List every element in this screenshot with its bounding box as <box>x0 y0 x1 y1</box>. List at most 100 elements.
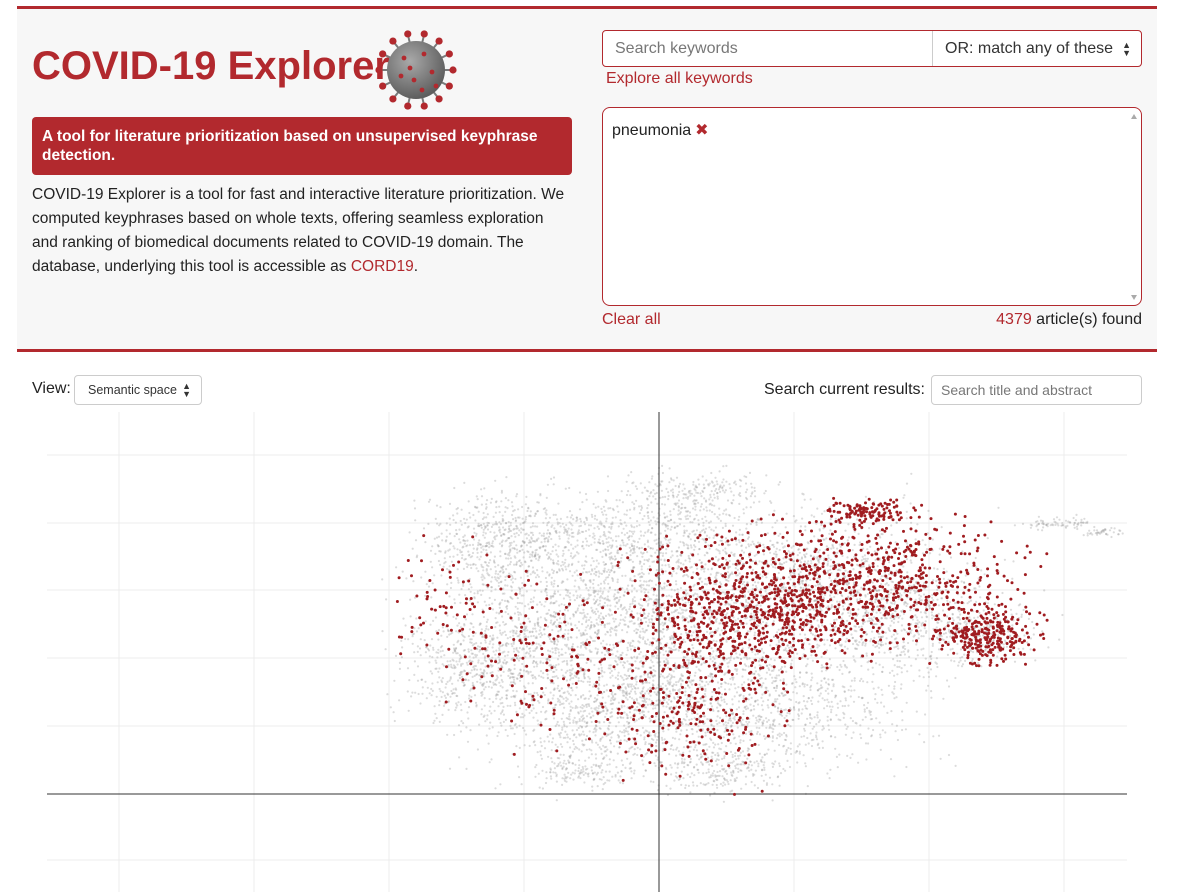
article-point <box>706 630 709 633</box>
article-point <box>543 537 546 541</box>
article-point <box>708 680 711 684</box>
article-point <box>680 665 683 668</box>
article-point <box>594 612 597 616</box>
article-point <box>690 683 694 686</box>
article-point <box>631 584 634 587</box>
select-caret-icon: ▲ ▼ <box>182 381 191 399</box>
article-point <box>467 650 470 653</box>
article-point <box>662 653 665 656</box>
article-point <box>681 611 684 614</box>
article-point <box>470 566 473 570</box>
search-results-input[interactable] <box>931 375 1142 405</box>
article-point <box>703 582 707 586</box>
article-point <box>623 521 626 524</box>
article-point <box>747 590 750 593</box>
article-point <box>592 578 595 582</box>
article-point <box>574 624 577 627</box>
article-point <box>459 541 462 544</box>
article-point <box>690 634 693 637</box>
article-point <box>631 697 634 700</box>
remove-tag-icon[interactable]: ✖ <box>695 122 708 139</box>
article-point <box>686 592 689 595</box>
cord19-link[interactable]: CORD19 <box>351 258 414 275</box>
tags-scrollbar[interactable] <box>1129 112 1139 302</box>
article-point <box>622 594 625 597</box>
article-point <box>642 534 646 537</box>
article-point <box>636 541 640 544</box>
article-point <box>475 534 478 537</box>
article-point <box>949 556 953 559</box>
article-point <box>602 561 605 564</box>
article-point <box>597 667 600 670</box>
article-point <box>918 594 921 597</box>
article-point <box>506 604 509 608</box>
clear-all-link[interactable]: Clear all <box>602 311 661 329</box>
article-point <box>647 584 651 587</box>
article-point <box>517 508 520 511</box>
article-point <box>862 615 865 618</box>
article-point <box>435 504 439 507</box>
article-point <box>427 585 431 588</box>
article-point <box>825 545 828 548</box>
article-point <box>530 674 533 677</box>
article-point <box>646 551 649 554</box>
article-point <box>722 512 725 515</box>
article-point <box>660 637 663 640</box>
article-point <box>682 542 686 545</box>
article-point <box>743 681 746 684</box>
article-point <box>776 519 779 522</box>
article-point <box>679 677 682 680</box>
article-point <box>670 635 673 638</box>
article-point <box>504 575 507 578</box>
article-point <box>758 674 761 677</box>
article-point <box>976 616 980 619</box>
article-point <box>673 521 676 524</box>
article-point <box>699 649 702 652</box>
article-point <box>615 629 618 632</box>
article-point <box>764 677 767 680</box>
article-point <box>753 614 756 617</box>
article-point <box>444 551 447 554</box>
article-point <box>441 626 444 629</box>
article-point <box>585 498 588 501</box>
article-point <box>680 507 683 510</box>
article-point <box>558 568 561 571</box>
article-point <box>531 682 534 685</box>
article-point <box>715 654 718 657</box>
article-point <box>922 676 925 679</box>
article-point <box>782 546 785 549</box>
article-point <box>604 563 607 566</box>
article-point <box>448 595 451 598</box>
match-mode-select[interactable]: OR: match any of these ▲ ▼ <box>932 31 1141 66</box>
article-point <box>906 571 909 574</box>
article-point <box>539 661 542 664</box>
article-point <box>616 581 619 584</box>
article-point <box>603 626 606 629</box>
article-point <box>473 538 476 541</box>
keyword-search-input[interactable] <box>603 31 932 66</box>
article-point <box>665 552 668 555</box>
article-point <box>515 562 518 566</box>
article-point <box>582 579 585 582</box>
view-select[interactable]: Semantic space ▲ ▼ <box>74 375 202 405</box>
article-point <box>828 666 831 669</box>
article-point <box>589 580 592 584</box>
article-point <box>708 526 711 529</box>
article-point <box>572 594 575 597</box>
article-point <box>903 664 906 667</box>
article-point <box>586 638 589 641</box>
article-point <box>892 658 895 661</box>
article-point <box>529 510 532 513</box>
article-point <box>942 577 946 580</box>
article-point <box>525 645 529 648</box>
article-point <box>478 558 481 561</box>
explore-keywords-link[interactable]: Explore all keywords <box>606 70 753 88</box>
article-point <box>448 517 451 520</box>
article-point <box>532 596 536 599</box>
semantic-space-plot[interactable] <box>0 412 1177 892</box>
description: COVID-19 Explorer is a tool for fast and… <box>32 186 565 275</box>
article-point <box>818 549 821 552</box>
article-point <box>543 540 546 543</box>
article-point <box>501 568 504 571</box>
article-point <box>869 545 872 548</box>
